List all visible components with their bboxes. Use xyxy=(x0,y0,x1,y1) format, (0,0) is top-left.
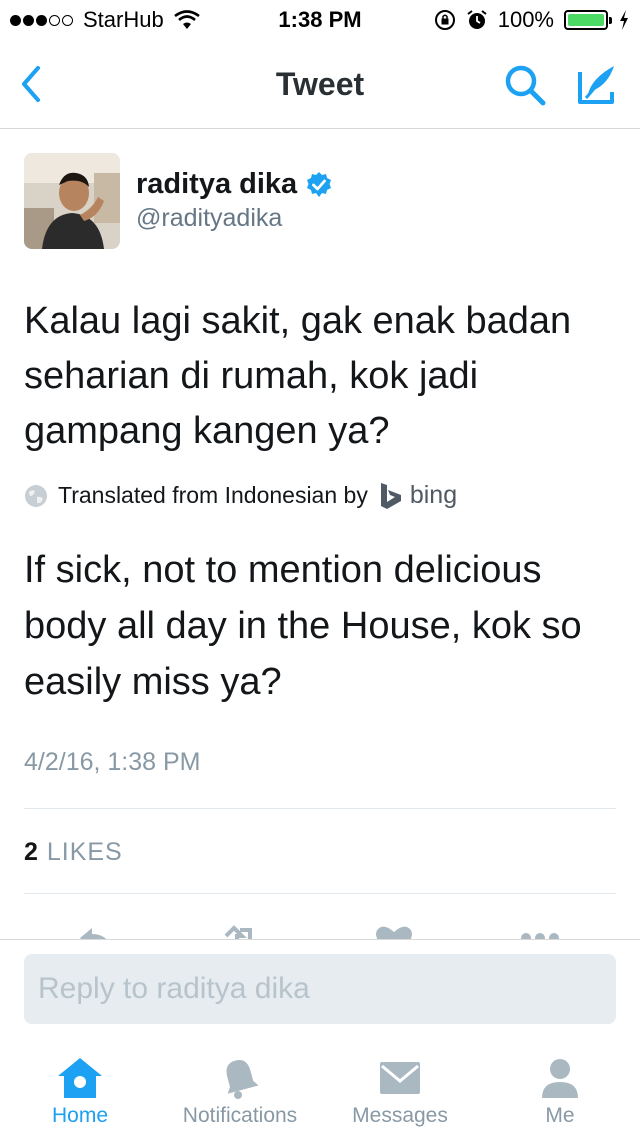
search-button[interactable] xyxy=(502,62,548,108)
tab-label: Me xyxy=(545,1104,575,1127)
tweet-actions xyxy=(0,920,640,940)
nav-bar: Tweet xyxy=(0,40,640,129)
translation-attribution: Translated from Indonesian by bing xyxy=(24,481,457,510)
status-bar: StarHub 1:38 PM 100% xyxy=(0,0,640,40)
battery-icon xyxy=(564,10,612,30)
tab-label: Home xyxy=(51,1104,109,1127)
translated-label: Translated from Indonesian by xyxy=(58,482,368,508)
tab-messages[interactable]: Messages xyxy=(320,1048,480,1136)
translated-text: If sick, not to mention delicious body a… xyxy=(24,549,582,703)
tab-notifications[interactable]: Notifications xyxy=(160,1048,320,1136)
retweet-icon[interactable] xyxy=(220,920,264,940)
tweet-text: Kalau lagi sakit, gak enak badan seharia… xyxy=(24,300,572,452)
bell-icon xyxy=(226,1060,259,1099)
bing-logo-icon xyxy=(380,482,401,509)
status-right: 100% xyxy=(434,7,630,33)
alarm-icon xyxy=(467,10,487,29)
envelope-icon xyxy=(380,1062,420,1094)
reply-bar xyxy=(0,939,640,1040)
likes-count[interactable]: 2 LIKES xyxy=(24,838,123,867)
battery-fill xyxy=(568,14,604,26)
tab-label: Notifications xyxy=(182,1104,298,1127)
tweet-timestamp: 4/2/16, 1:38 PM xyxy=(24,748,201,776)
avatar[interactable] xyxy=(24,153,120,249)
tab-me[interactable]: Me xyxy=(480,1048,640,1136)
person-icon xyxy=(542,1059,578,1098)
tab-bar: Home Notifications Messages Me xyxy=(0,1040,640,1136)
likes-number: 2 xyxy=(24,838,39,866)
globe-icon xyxy=(25,484,47,507)
author-name[interactable]: raditya dika xyxy=(136,168,297,201)
rotation-lock-icon xyxy=(434,10,455,30)
translator-name: bing xyxy=(409,481,458,509)
charging-icon xyxy=(620,10,628,30)
author-handle[interactable]: @radityadika xyxy=(136,204,282,233)
divider xyxy=(24,893,616,894)
verified-badge-icon xyxy=(307,171,332,197)
avatar-photo xyxy=(24,153,120,249)
tab-home[interactable]: Home xyxy=(0,1048,160,1136)
compose-tweet-button[interactable] xyxy=(574,62,620,108)
battery-percent: 100% xyxy=(497,7,554,32)
like-icon[interactable] xyxy=(372,920,416,940)
home-icon xyxy=(58,1058,102,1098)
author-name-row[interactable]: raditya dika xyxy=(136,168,333,201)
more-icon[interactable] xyxy=(518,920,562,940)
reply-icon[interactable] xyxy=(74,920,118,940)
likes-label: LIKES xyxy=(46,838,123,866)
tab-label: Messages xyxy=(352,1104,448,1127)
reply-input[interactable] xyxy=(24,954,616,1024)
divider xyxy=(24,808,616,809)
